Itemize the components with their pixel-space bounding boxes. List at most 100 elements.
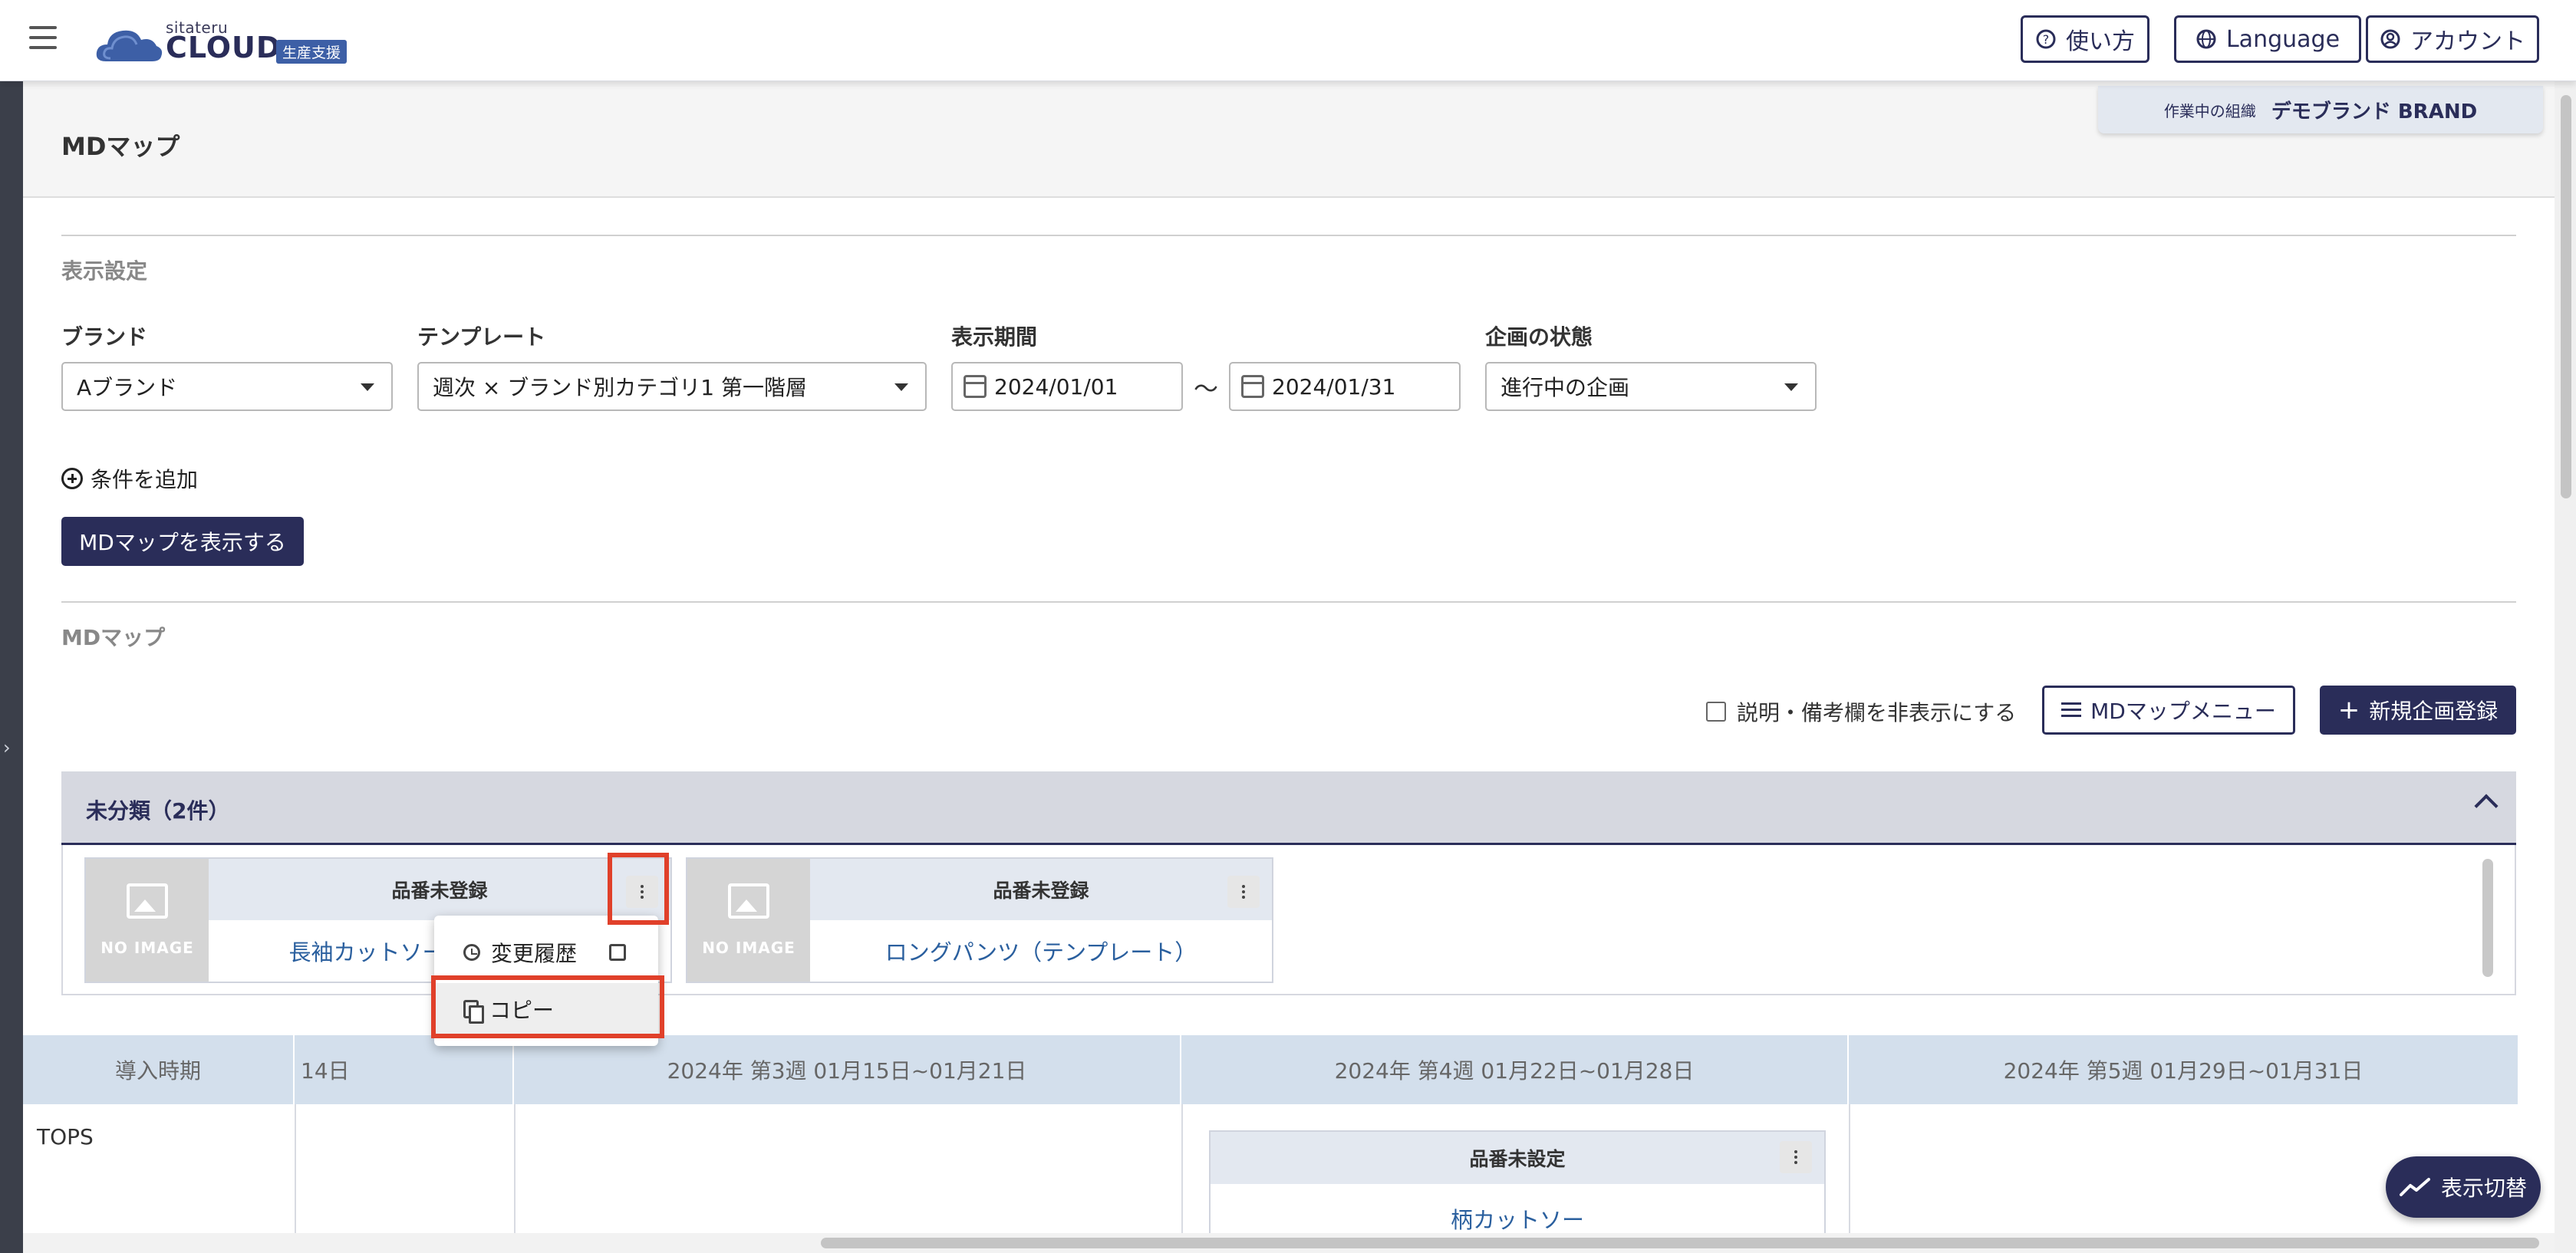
brand-select[interactable]: Aブランド (61, 362, 393, 411)
hide-notes-toggle[interactable]: 説明・備考欄を非表示にする (1706, 696, 2016, 727)
row-label: TOPS (37, 1124, 94, 1149)
plus-circle-icon (61, 468, 83, 489)
external-link-icon (609, 944, 627, 961)
caret-down-icon (894, 383, 908, 391)
period-end-value: 2024/01/31 (1272, 373, 1396, 400)
period-label: 表示期間 (951, 324, 1038, 350)
help-label: 使い方 (2066, 28, 2135, 55)
product-code: 品番未設定 (1469, 1148, 1566, 1170)
column-divider (1181, 1104, 1183, 1242)
user-circle-icon (2380, 29, 2400, 49)
column-divider (1849, 1104, 1850, 1242)
history-menu-item[interactable]: 変更履歴 (434, 926, 658, 978)
status-label: 企画の状態 (1485, 324, 1593, 350)
page-scrollbar[interactable] (2561, 95, 2571, 498)
svg-text:?: ? (2043, 32, 2050, 47)
org-label: 作業中の組織 (2163, 101, 2256, 120)
mdmap-menu-button[interactable]: MDマップメニュー (2042, 686, 2295, 735)
product-card[interactable]: NO IMAGE 品番未登録 ロングパンツ（テンプレート） (686, 857, 1273, 983)
mdmap-menu-label: MDマップメニュー (2090, 699, 2276, 724)
divider (61, 235, 2516, 236)
view-toggle-label: 表示切替 (2440, 1176, 2527, 1201)
status-select-value: 進行中の企画 (1500, 375, 1630, 400)
period-end-input[interactable]: 2024/01/31 (1229, 362, 1461, 411)
product-code: 品番未登録 (391, 880, 488, 902)
more-vert-icon[interactable] (626, 876, 658, 908)
column-header: 導入時期 (23, 1035, 295, 1104)
current-org-tab: 作業中の組織 デモブランド BRAND (2098, 86, 2543, 133)
vertical-scrollbar[interactable] (2482, 859, 2493, 977)
chevron-right-icon[interactable]: › (3, 737, 11, 758)
display-settings-heading: 表示設定 (61, 258, 148, 284)
calendar-icon (1241, 375, 1264, 398)
cloud-logo-icon (96, 30, 163, 61)
add-condition-button[interactable]: 条件を追加 (61, 463, 198, 494)
status-select[interactable]: 進行中の企画 (1485, 362, 1817, 411)
menu-lines-icon (2061, 702, 2082, 718)
logo-text: CLOUD (166, 31, 282, 64)
copy-menu-item[interactable]: コピー (434, 983, 658, 1035)
question-circle-icon: ? (2036, 29, 2056, 49)
mdmap-heading: MDマップ (61, 625, 166, 650)
history-label: 変更履歴 (491, 941, 578, 966)
no-image-label: NO IMAGE (702, 939, 796, 957)
app-header: sitateru CLOUD 生産支援 ? 使い方 Language アカウント (0, 0, 2576, 81)
period-start-input[interactable]: 2024/01/01 (951, 362, 1183, 411)
hide-notes-label: 説明・備考欄を非表示にする (1737, 700, 2017, 725)
product-code-header: 品番未登録 (810, 859, 1272, 920)
more-vert-icon[interactable] (1780, 1141, 1812, 1173)
show-mdmap-button[interactable]: MDマップを表示する (61, 517, 304, 566)
brand-select-value: Aブランド (77, 375, 178, 400)
brand-label: ブランド (61, 324, 148, 350)
trend-line-icon (2399, 1178, 2430, 1196)
product-code: 品番未登録 (993, 880, 1089, 902)
no-image-label: NO IMAGE (100, 939, 194, 957)
help-button[interactable]: ? 使い方 (2021, 15, 2149, 63)
caret-down-icon (1784, 383, 1798, 391)
account-button[interactable]: アカウント (2366, 15, 2539, 63)
horizontal-scrollbar[interactable] (821, 1238, 2539, 1248)
product-image-placeholder: NO IMAGE (687, 859, 810, 982)
column-header: 2024年 第5週 01月29日~01月31日 (2003, 1058, 2364, 1084)
product-name: ロングパンツ（テンプレート） (884, 939, 1197, 965)
hide-notes-checkbox[interactable] (1706, 702, 1726, 722)
column-divider (295, 1104, 296, 1242)
show-mdmap-label: MDマップを表示する (79, 530, 286, 555)
side-rail[interactable]: › (0, 81, 23, 1253)
calendar-header-row: 導入時期 14日 2024年 第3週 01月15日~01月21日 2024年 第… (23, 1035, 2518, 1104)
template-label: テンプレート (417, 324, 546, 350)
history-icon (463, 944, 480, 961)
plus-icon: + (2337, 695, 2360, 725)
calendar-icon (964, 375, 987, 398)
view-toggle-button[interactable]: 表示切替 (2386, 1156, 2541, 1218)
add-condition-label: 条件を追加 (91, 467, 199, 492)
product-code-header: 品番未設定 (1211, 1132, 1824, 1184)
page-title: MDマップ (61, 132, 180, 161)
language-button[interactable]: Language (2174, 15, 2361, 63)
image-icon (728, 883, 769, 919)
chevron-up-icon[interactable] (2474, 794, 2499, 818)
globe-icon (2196, 29, 2216, 49)
divider (61, 601, 2516, 603)
hamburger-menu-icon[interactable] (29, 26, 58, 49)
unclassified-group-header[interactable]: 未分類（2件） (61, 771, 2516, 845)
logo[interactable]: sitateru CLOUD 生産支援 (95, 17, 356, 64)
product-name-link[interactable]: 柄カットソー (1211, 1202, 1824, 1235)
caret-down-icon (361, 383, 374, 391)
column-divider (514, 1104, 516, 1242)
copy-label: コピー (489, 998, 555, 1023)
template-select-value: 週次 × ブランド別カテゴリ1 第一階層 (433, 375, 807, 400)
image-icon (127, 883, 168, 919)
template-select[interactable]: 週次 × ブランド別カテゴリ1 第一階層 (417, 362, 927, 411)
period-separator: 〜 (1194, 374, 1219, 403)
product-name-link[interactable]: ロングパンツ（テンプレート） (810, 920, 1272, 982)
card-context-menu: 変更履歴 コピー (434, 916, 658, 1046)
language-label: Language (2225, 25, 2340, 53)
period-start-value: 2024/01/01 (994, 373, 1118, 400)
more-vert-icon[interactable] (1227, 876, 1260, 908)
copy-icon (463, 1000, 484, 1024)
unclassified-group-title: 未分類（2件） (86, 798, 230, 824)
new-plan-button[interactable]: + 新規企画登録 (2320, 686, 2516, 735)
column-header: 2024年 第4週 01月22日~01月28日 (1181, 1035, 1849, 1104)
logo-badge: 生産支援 (276, 40, 348, 64)
